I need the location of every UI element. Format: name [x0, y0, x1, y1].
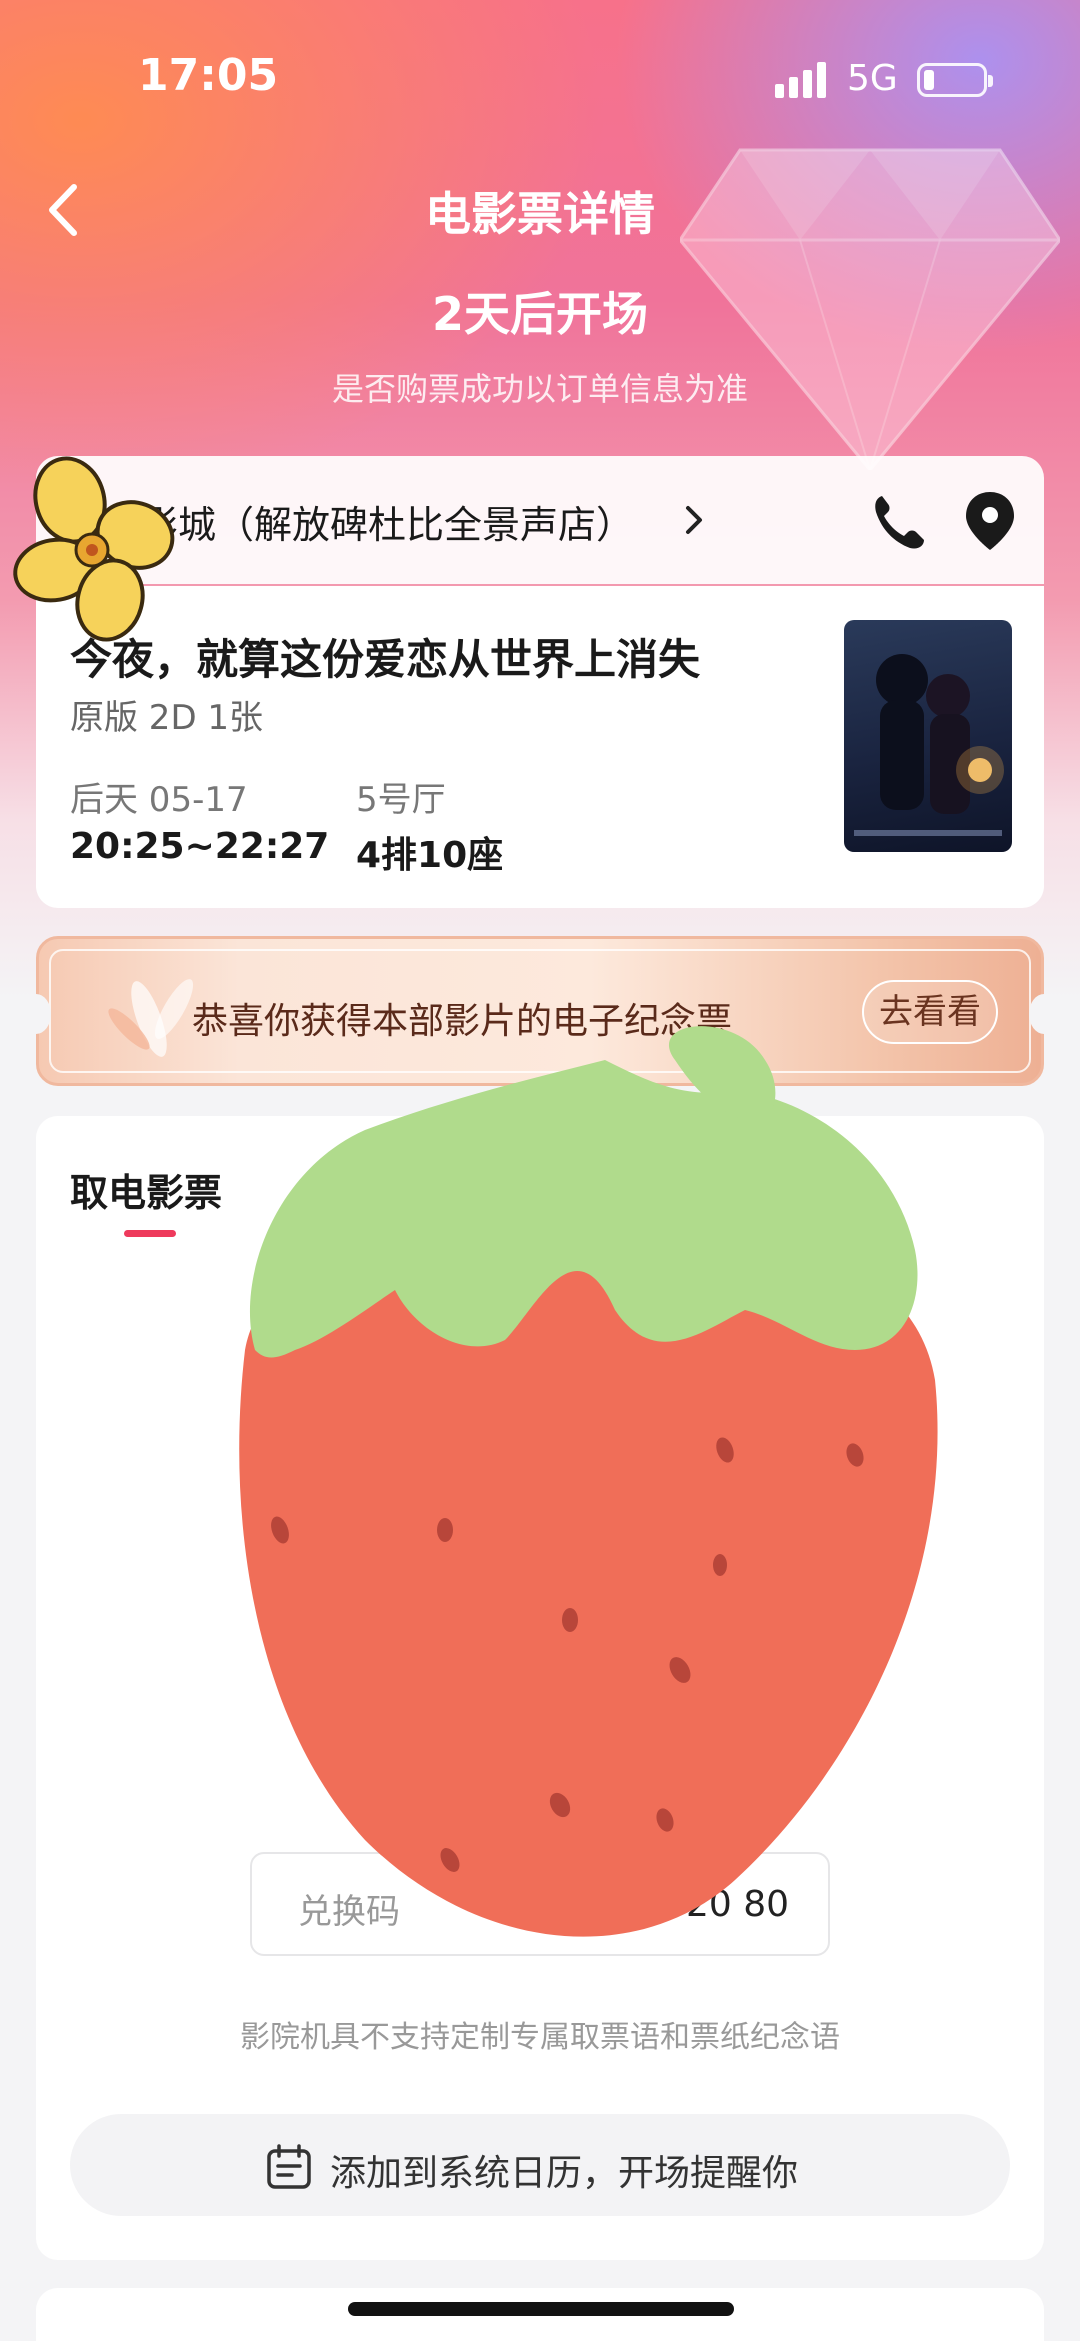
status-bar: 17:05 5G — [0, 0, 1080, 150]
calendar-icon — [267, 2144, 311, 2189]
movie-poster[interactable] — [844, 620, 1012, 852]
cinema-name[interactable]: 影城（解放碑杜比全景声店） — [140, 494, 634, 549]
add-to-calendar-label: 添加到系统日历，开场提醒你 — [330, 2153, 799, 2194]
seat-number: 4排10座 — [356, 835, 504, 876]
show-date: 后天 05-17 — [70, 780, 248, 820]
flower-sticker — [13, 456, 175, 642]
chevron-right-icon[interactable] — [682, 500, 708, 540]
home-indicator[interactable] — [348, 2302, 734, 2316]
battery-icon — [917, 63, 993, 97]
hall-number: 5号厅 — [356, 780, 446, 820]
machine-tip: 影院机具不支持定制专属取票语和票纸纪念语 — [240, 2020, 840, 2055]
phone-icon[interactable] — [872, 492, 926, 550]
status-time: 17:05 — [138, 50, 279, 101]
location-pin-icon[interactable] — [962, 490, 1018, 552]
purchase-notice: 是否购票成功以订单信息为准 — [331, 370, 748, 408]
movie-format: 原版 2D 1张 — [70, 698, 264, 738]
tab-pickup-ticket[interactable]: 取电影票 — [70, 1162, 222, 1217]
network-type: 5G — [847, 58, 898, 99]
showtime-countdown: 2天后开场 — [431, 287, 648, 341]
page-title: 电影票详情 — [425, 187, 655, 241]
strawberry-sticker — [239, 1026, 938, 1937]
show-time: 20:25~22:27 — [70, 826, 330, 867]
tab-active-indicator — [124, 1230, 176, 1237]
signal-icon — [775, 62, 826, 98]
